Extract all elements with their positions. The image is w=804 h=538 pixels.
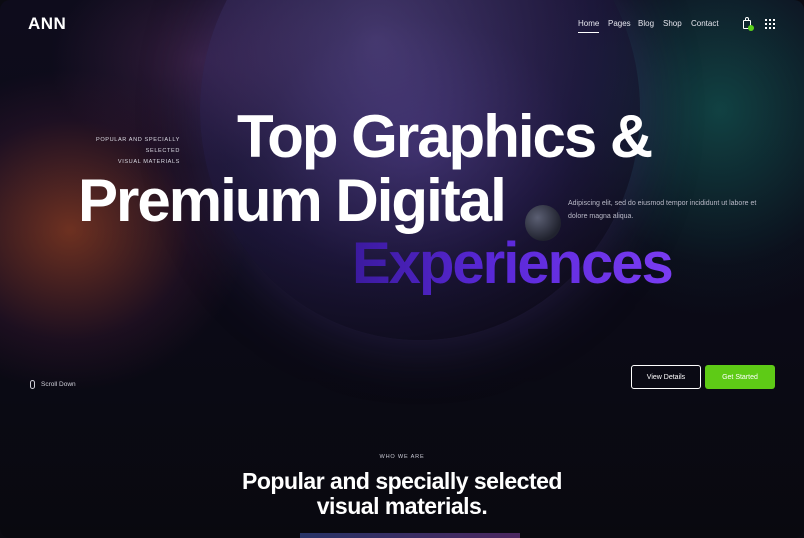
- site-logo[interactable]: ANN: [28, 14, 66, 34]
- nav-home[interactable]: Home: [578, 19, 600, 33]
- hero-headline-line3: Experiences: [352, 231, 674, 296]
- get-started-button[interactable]: Get Started: [705, 365, 775, 389]
- hero-eyebrow: POPULAR AND SPECIALLY SELECTED VISUAL MA…: [64, 135, 180, 168]
- hero-headline-line1: Top Graphics &: [237, 103, 653, 170]
- hero-eyebrow-line1: POPULAR AND SPECIALLY SELECTED: [96, 137, 180, 154]
- shopping-bag-icon[interactable]: [742, 17, 754, 31]
- nav-shop[interactable]: Shop: [663, 19, 682, 28]
- scroll-down-link[interactable]: Scroll Down: [30, 380, 76, 389]
- nav-pages[interactable]: Pages: [608, 19, 631, 28]
- nav-blog[interactable]: Blog: [638, 19, 654, 28]
- mouse-icon: [30, 380, 35, 389]
- hero-description: Adipiscing elit, sed do eiusmod tempor i…: [568, 200, 757, 220]
- about-title: Popular and specially selected visual ma…: [0, 469, 804, 519]
- view-details-button[interactable]: View Details: [631, 365, 701, 389]
- about-title-line1: Popular and specially selected: [242, 468, 562, 494]
- image-strip-preview: [300, 533, 520, 538]
- grid-menu-icon[interactable]: [765, 19, 775, 29]
- hero-headline-line2: Premium Digital: [78, 167, 507, 234]
- cart-badge: [748, 25, 754, 31]
- about-title-line2: visual materials.: [316, 493, 488, 519]
- page-frame: ANN Home Pages Blog Shop Contact POPULAR…: [0, 0, 804, 538]
- who-we-are-eyebrow: WHO WE ARE: [379, 454, 425, 460]
- nav-contact[interactable]: Contact: [691, 19, 719, 28]
- scroll-down-label: Scroll Down: [41, 381, 76, 388]
